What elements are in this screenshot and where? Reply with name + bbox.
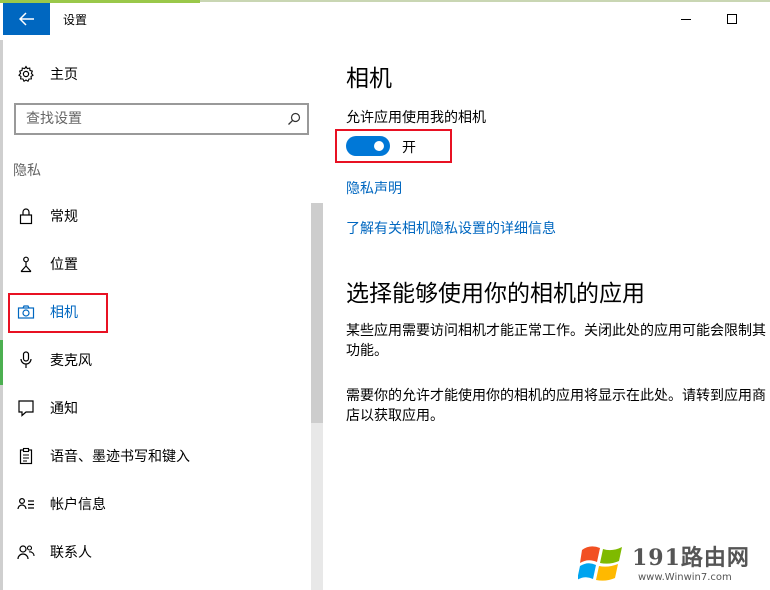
page-title: 相机 — [346, 66, 392, 92]
title-bar: 设置 — [3, 3, 770, 35]
lock-icon — [16, 206, 36, 226]
camera-access-label: 允许应用使用我的相机 — [346, 110, 486, 126]
speech-inking-icon — [16, 446, 36, 466]
watermark-url: www.Winwin7.com — [638, 572, 732, 583]
maximize-button[interactable] — [709, 3, 755, 35]
minimize-icon — [681, 19, 691, 20]
learn-more-link[interactable]: 了解有关相机隐私设置的详细信息 — [346, 218, 556, 238]
sidebar-item-label: 麦克风 — [50, 353, 92, 369]
maximize-icon — [727, 14, 737, 24]
minimize-button[interactable] — [663, 3, 709, 35]
back-button[interactable] — [3, 3, 50, 35]
gear-icon — [16, 64, 36, 84]
watermark: 191路由网 www.Winwin7.com — [572, 536, 770, 590]
sidebar-item-label: 帐户信息 — [50, 497, 106, 513]
window-title: 设置 — [63, 13, 88, 27]
watermark-text: 191路由网 — [632, 545, 750, 571]
microphone-icon — [16, 350, 36, 370]
toggle-state-label: 开 — [402, 140, 416, 156]
apps-empty-note: 需要你的允许才能使用你的相机的应用将显示在此处。请转到应用商店以获取应用。 — [346, 388, 766, 424]
sidebar-item-contacts[interactable]: 联系人 — [16, 541, 92, 563]
search-box[interactable] — [14, 103, 309, 135]
sidebar-item-label: 常规 — [50, 209, 78, 225]
contacts-icon — [16, 542, 36, 562]
sidebar-item-location[interactable]: 位置 — [16, 253, 78, 275]
sidebar-scrollbar-thumb[interactable] — [311, 203, 323, 423]
sidebar-item-general[interactable]: 常规 — [16, 205, 78, 227]
notification-icon — [16, 398, 36, 418]
sidebar-item-label: 通知 — [50, 401, 78, 417]
sidebar-item-account-info[interactable]: 帐户信息 — [16, 493, 106, 515]
section-label-privacy: 隐私 — [13, 163, 41, 179]
sidebar: 主页 隐私 常规 位置 — [3, 35, 323, 590]
sidebar-item-label: 位置 — [50, 257, 78, 273]
sidebar-item-home[interactable]: 主页 — [16, 63, 78, 85]
toggle-knob — [374, 141, 384, 151]
windows-logo-icon — [578, 546, 622, 581]
sidebar-item-speech[interactable]: 语音、墨迹书写和键入 — [16, 445, 190, 467]
sidebar-item-label: 联系人 — [50, 545, 92, 561]
search-icon[interactable] — [286, 111, 302, 127]
sidebar-item-microphone[interactable]: 麦克风 — [16, 349, 92, 371]
highlight-box-camera — [8, 293, 108, 333]
main-content: 相机 允许应用使用我的相机 开 隐私声明 了解有关相机隐私设置的详细信息 选择能… — [323, 35, 770, 590]
sidebar-item-label: 语音、墨迹书写和键入 — [50, 449, 190, 465]
account-info-icon — [16, 494, 36, 514]
apps-section-heading: 选择能够使用你的相机的应用 — [346, 281, 645, 307]
search-input[interactable] — [16, 105, 276, 133]
sidebar-item-label: 主页 — [50, 67, 78, 83]
sidebar-item-notifications[interactable]: 通知 — [16, 397, 78, 419]
back-arrow-icon — [18, 12, 34, 26]
apps-description: 某些应用需要访问相机才能正常工作。关闭此处的应用可能会限制其功能。 — [346, 323, 766, 359]
location-icon — [16, 254, 36, 274]
top-strip-right — [200, 0, 770, 2]
camera-access-toggle[interactable] — [346, 136, 390, 156]
privacy-statement-link[interactable]: 隐私声明 — [346, 178, 402, 198]
